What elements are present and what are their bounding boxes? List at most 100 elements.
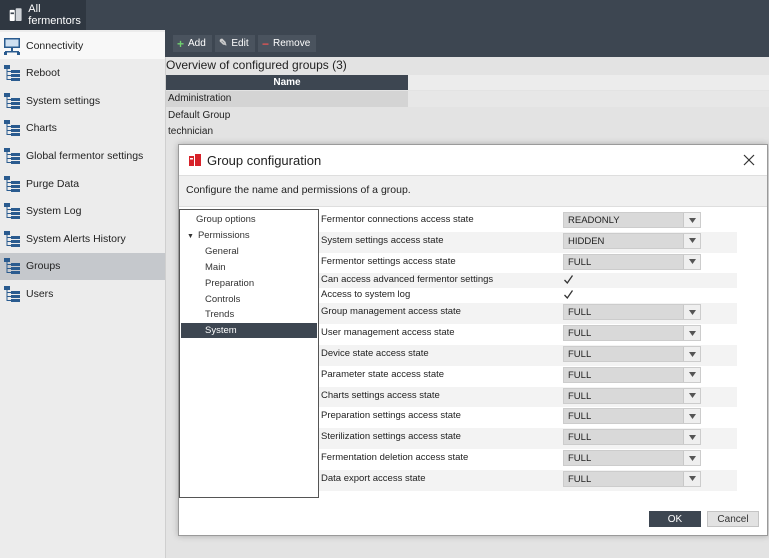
app-logo-icon xyxy=(189,154,201,166)
chevron-down-icon[interactable] xyxy=(683,409,700,424)
sidebar-item-label: Users xyxy=(26,287,54,300)
permission-select[interactable]: FULL xyxy=(563,346,701,362)
expand-arrow-icon[interactable]: ▼ xyxy=(187,233,194,240)
permission-select[interactable]: FULL xyxy=(563,366,701,383)
permission-select-value: FULL xyxy=(568,328,592,340)
pencil-icon: ✎ xyxy=(219,38,228,49)
permission-label: Fermentor connections access state xyxy=(321,214,474,225)
table-row[interactable]: Administration xyxy=(166,91,408,107)
permission-label: Data export access state xyxy=(321,472,426,484)
permission-select[interactable]: FULL xyxy=(563,325,701,342)
column-header-name[interactable]: Name xyxy=(166,75,408,90)
sidebar-item-label: Reboot xyxy=(26,67,60,80)
sidebar-item-label: Charts xyxy=(26,122,57,135)
tab-all-fermentors[interactable]: All fermentors xyxy=(0,0,86,30)
sidebar-item-charts[interactable]: Charts xyxy=(0,115,165,142)
tree-item-permissions[interactable]: ▼ Permissions xyxy=(181,228,317,243)
permission-select[interactable]: FULL xyxy=(563,429,701,446)
top-bar xyxy=(0,0,769,30)
tree-item-label: Group options xyxy=(196,214,256,225)
ok-button[interactable]: OK xyxy=(649,511,701,527)
permission-row: Charts settings access state FULL xyxy=(319,386,737,408)
permission-select[interactable]: FULL xyxy=(563,450,701,466)
permission-row: Can access advanced fermentor settings xyxy=(319,273,737,289)
tree-item-system[interactable]: System xyxy=(181,323,317,339)
permission-select[interactable]: FULL xyxy=(563,304,701,321)
chevron-down-icon[interactable] xyxy=(683,254,700,269)
permission-label: Fermentor settings access state xyxy=(321,255,456,267)
chevron-down-icon[interactable] xyxy=(683,388,700,403)
sidebar-item-users[interactable]: Users xyxy=(0,280,165,307)
remove-button-label: Remove xyxy=(273,38,311,49)
sidebar-item-label: Groups xyxy=(26,260,61,273)
sidebar-item-global-fermentor-settings[interactable]: Global fermentor settings xyxy=(0,142,165,169)
sidebar-item-label: Global fermentor settings xyxy=(26,149,144,162)
permission-row: Fermentor connections access state READON… xyxy=(319,211,737,232)
permission-label: Can access advanced fermentor settings xyxy=(321,274,494,286)
tree-item-general[interactable]: General xyxy=(181,244,317,259)
plus-icon: + xyxy=(177,36,185,51)
sidebar-item-system-alerts-history[interactable]: System Alerts History xyxy=(0,225,165,252)
permission-select[interactable]: FULL xyxy=(563,470,701,487)
sidebar-item-groups[interactable]: Groups xyxy=(0,252,165,280)
tree-item-trends[interactable]: Trends xyxy=(181,307,317,322)
cancel-button[interactable]: Cancel xyxy=(707,511,759,527)
chevron-down-icon[interactable] xyxy=(683,305,700,320)
permission-select[interactable]: READONLY xyxy=(563,212,701,228)
sidebar-item-system-log[interactable]: System Log xyxy=(0,198,165,225)
permission-select[interactable]: FULL xyxy=(563,387,701,404)
chevron-down-icon[interactable] xyxy=(683,347,700,361)
chevron-down-icon[interactable] xyxy=(683,233,700,248)
add-button[interactable]: + Add xyxy=(173,35,212,52)
sidebar-item-purge-data[interactable]: Purge Data xyxy=(0,170,165,197)
chevron-down-icon[interactable] xyxy=(683,326,700,341)
sidebar-item-reboot[interactable]: Reboot xyxy=(0,60,165,87)
edit-button[interactable]: ✎ Edit xyxy=(215,35,255,52)
chevron-down-icon[interactable] xyxy=(683,430,700,445)
permission-select[interactable]: FULL xyxy=(563,253,701,270)
permission-row: Group management access state FULL xyxy=(319,303,737,325)
sidebar-item-label: Connectivity xyxy=(26,39,84,52)
tree-item-controls[interactable]: Controls xyxy=(181,292,317,307)
permission-row: Parameter state access state FULL xyxy=(319,365,737,387)
tree-icon xyxy=(3,175,21,193)
table-row[interactable]: Default Group xyxy=(166,108,408,124)
dialog-subtitle-bar: Configure the name and permissions of a … xyxy=(179,175,767,207)
tree-item-preparation[interactable]: Preparation xyxy=(181,276,317,291)
tree-item-main[interactable]: Main xyxy=(181,260,317,275)
tree-item-label: Main xyxy=(205,261,226,273)
table-row-filler xyxy=(408,108,769,124)
permission-row: Data export access state FULL xyxy=(319,469,737,491)
sidebar-item-connectivity[interactable]: Connectivity xyxy=(0,32,165,59)
permission-label: Group management access state xyxy=(321,306,461,318)
permission-row: Device state access state FULL xyxy=(319,345,737,366)
tree-icon xyxy=(3,92,21,110)
permission-select-value: READONLY xyxy=(568,215,620,226)
chevron-down-icon[interactable] xyxy=(683,471,700,486)
tree-item-group-options[interactable]: Group options xyxy=(181,212,317,227)
permission-select[interactable]: FULL xyxy=(563,408,701,425)
permission-row: Sterilization settings access state FULL xyxy=(319,428,737,449)
permission-select-value: FULL xyxy=(568,453,592,464)
dialog-title: Group configuration xyxy=(207,153,322,168)
table-row[interactable]: technician xyxy=(166,124,408,140)
permission-checkbox[interactable] xyxy=(563,289,574,300)
chevron-down-icon[interactable] xyxy=(683,367,700,382)
add-button-label: Add xyxy=(188,38,206,49)
permission-select[interactable]: HIDDEN xyxy=(563,232,701,249)
sidebar-item-system-settings[interactable]: System settings xyxy=(0,87,165,114)
tree-icon xyxy=(3,230,21,248)
close-icon[interactable] xyxy=(741,152,757,168)
sidebar-item-label: Purge Data xyxy=(26,177,80,190)
permission-checkbox[interactable] xyxy=(563,274,574,285)
edit-button-label: Edit xyxy=(231,38,249,49)
permission-select-value: FULL xyxy=(568,473,592,485)
tree-icon xyxy=(3,64,21,82)
permission-select-value: FULL xyxy=(568,256,592,268)
chevron-down-icon[interactable] xyxy=(683,213,700,227)
chevron-down-icon[interactable] xyxy=(683,451,700,465)
tree-item-label: Controls xyxy=(205,293,241,305)
permission-row: Preparation settings access state FULL xyxy=(319,407,737,429)
dialog-title-bar: Group configuration xyxy=(179,145,767,175)
remove-button[interactable]: − Remove xyxy=(258,35,317,52)
